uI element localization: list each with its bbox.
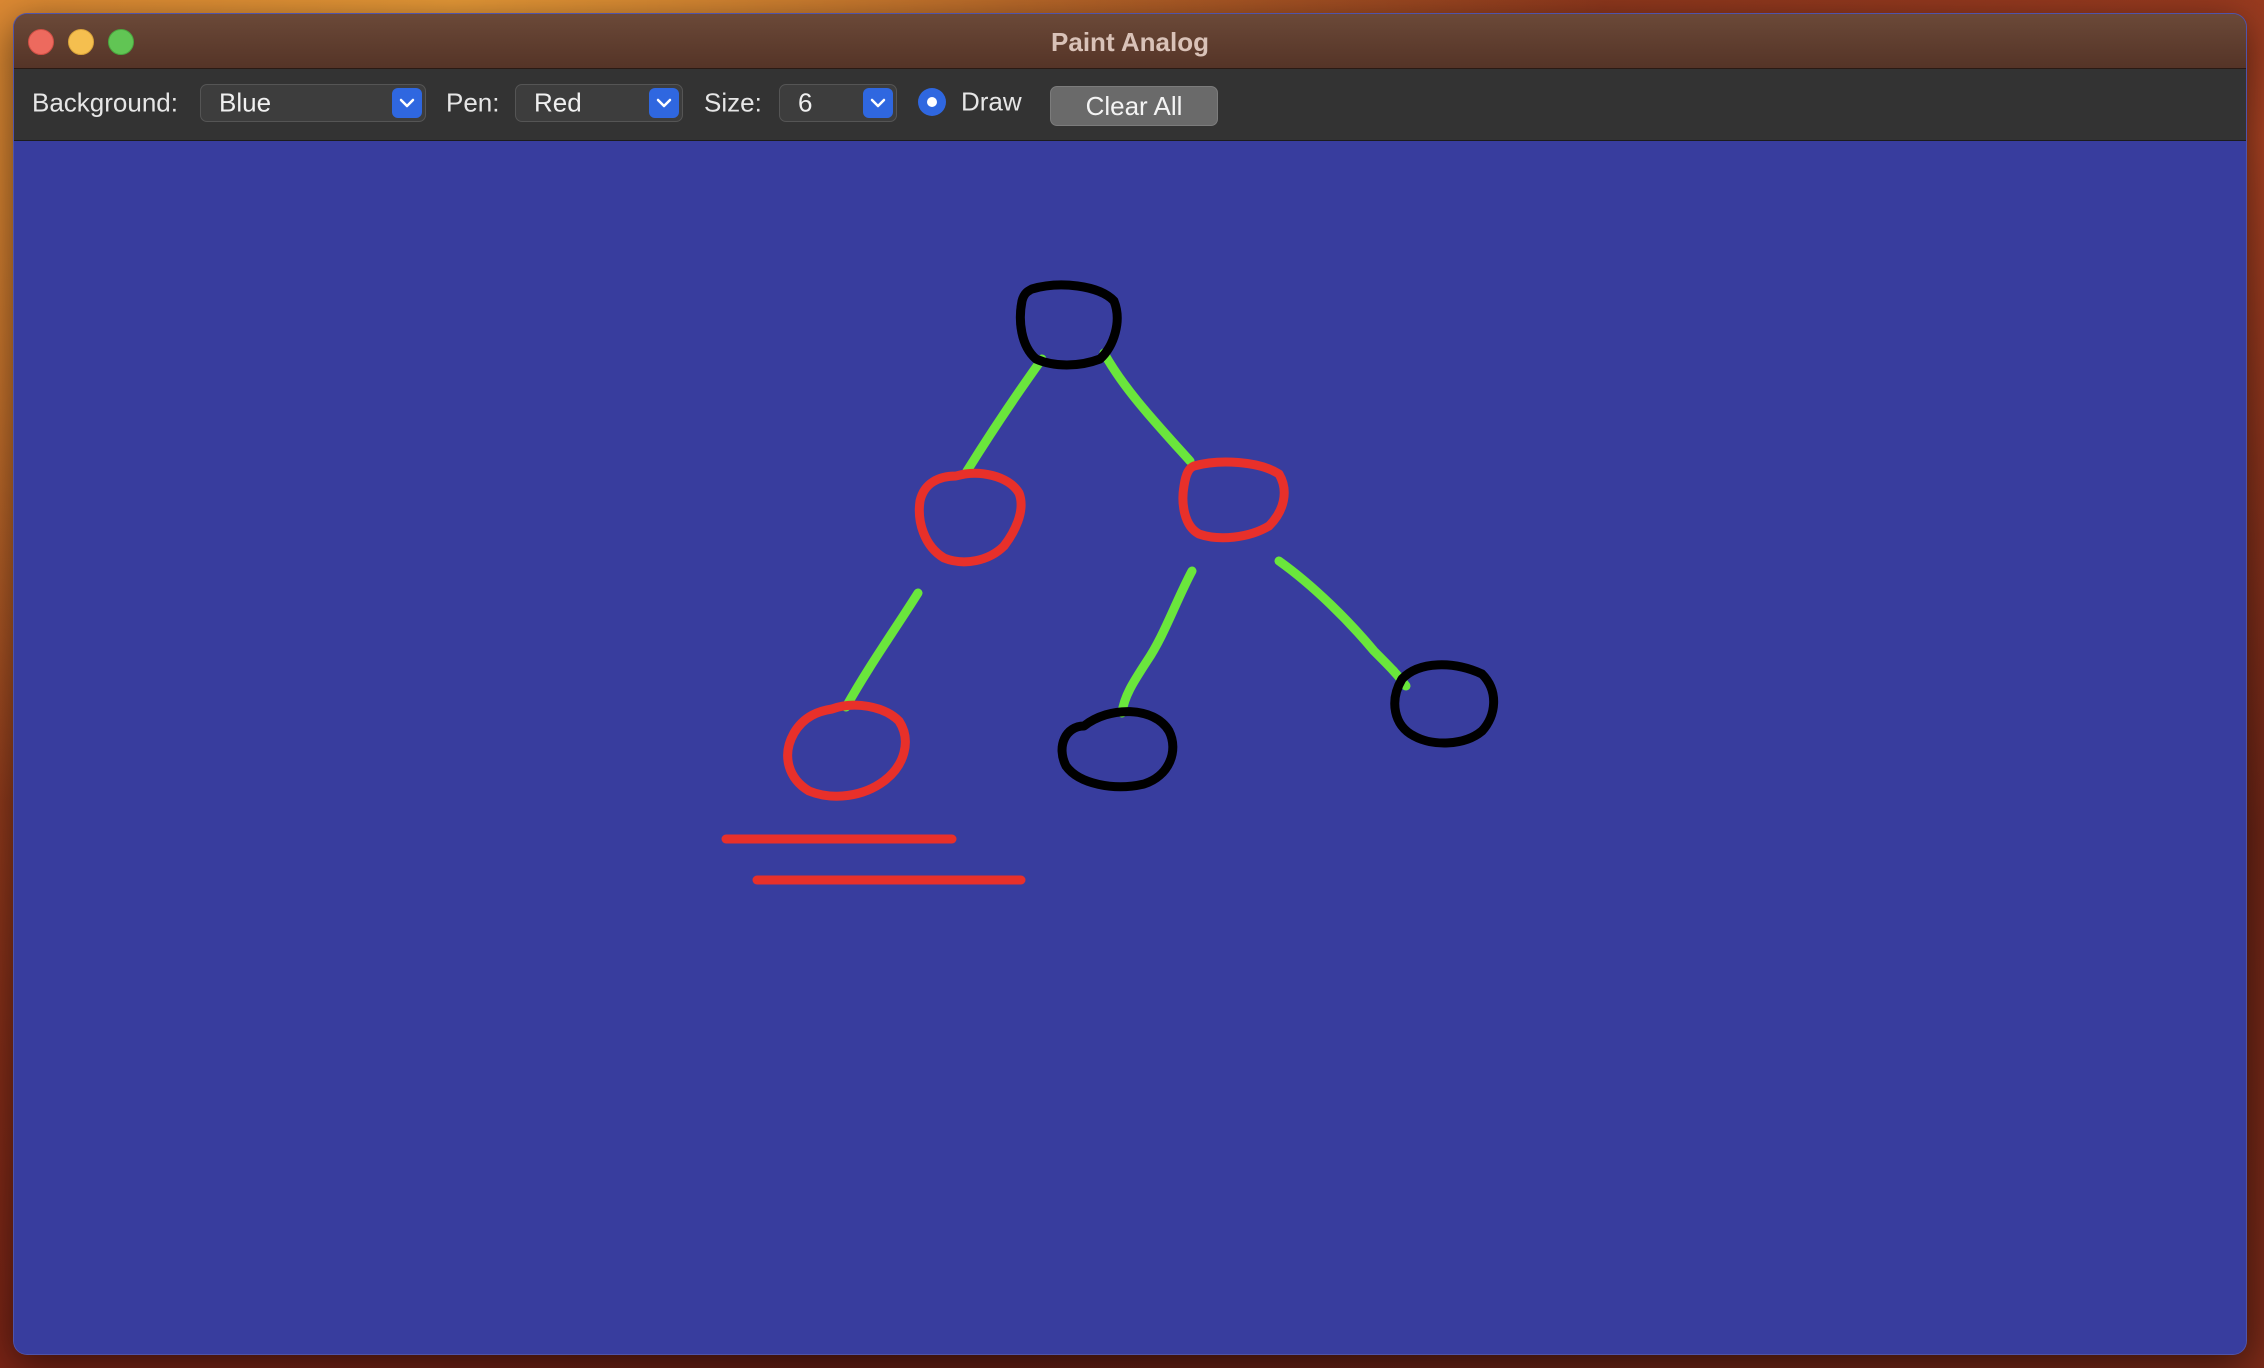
title-bar[interactable]: Paint Analog	[14, 14, 2246, 69]
green-stroke	[841, 588, 923, 712]
pen-label: Pen:	[446, 87, 500, 118]
window-title: Paint Analog	[1051, 27, 1209, 57]
chevron-down-icon[interactable]	[863, 88, 893, 118]
chevron-down-icon[interactable]	[649, 88, 679, 118]
size-label: Size:	[704, 87, 762, 118]
green-stroke	[962, 354, 1047, 476]
draw-radio-label: Draw	[961, 86, 1022, 117]
draw-radio[interactable]: Draw	[918, 86, 1048, 118]
drawing-strokes	[721, 280, 1499, 885]
black-circle	[1057, 707, 1178, 792]
pen-select-value: Red	[534, 87, 582, 118]
drawing-canvas[interactable]	[14, 141, 2246, 1354]
red-circle	[783, 700, 910, 801]
clear-all-button[interactable]: Clear All	[1050, 86, 1218, 126]
background-select-value: Blue	[219, 87, 272, 118]
black-circle	[1015, 280, 1122, 370]
pen-select[interactable]: Red	[515, 84, 683, 122]
red-circle	[914, 468, 1026, 567]
background-select[interactable]: Blue	[200, 84, 426, 122]
green-stroke	[1099, 348, 1195, 466]
red-circle	[1178, 457, 1289, 543]
black-circle	[1390, 660, 1499, 748]
green-stroke	[1274, 556, 1411, 691]
chevron-down-icon[interactable]	[392, 88, 422, 118]
size-select-value: 6	[798, 87, 813, 118]
paint-window: Paint Analog Background: Blue Pen: Red S…	[13, 13, 2247, 1355]
background-label: Background:	[32, 87, 178, 118]
size-select[interactable]: 6	[779, 84, 897, 122]
radio-selected-icon[interactable]	[918, 88, 946, 116]
green-stroke	[1117, 566, 1197, 718]
toolbar: Background: Blue Pen: Red Size: 6 Draw C…	[14, 69, 2246, 141]
